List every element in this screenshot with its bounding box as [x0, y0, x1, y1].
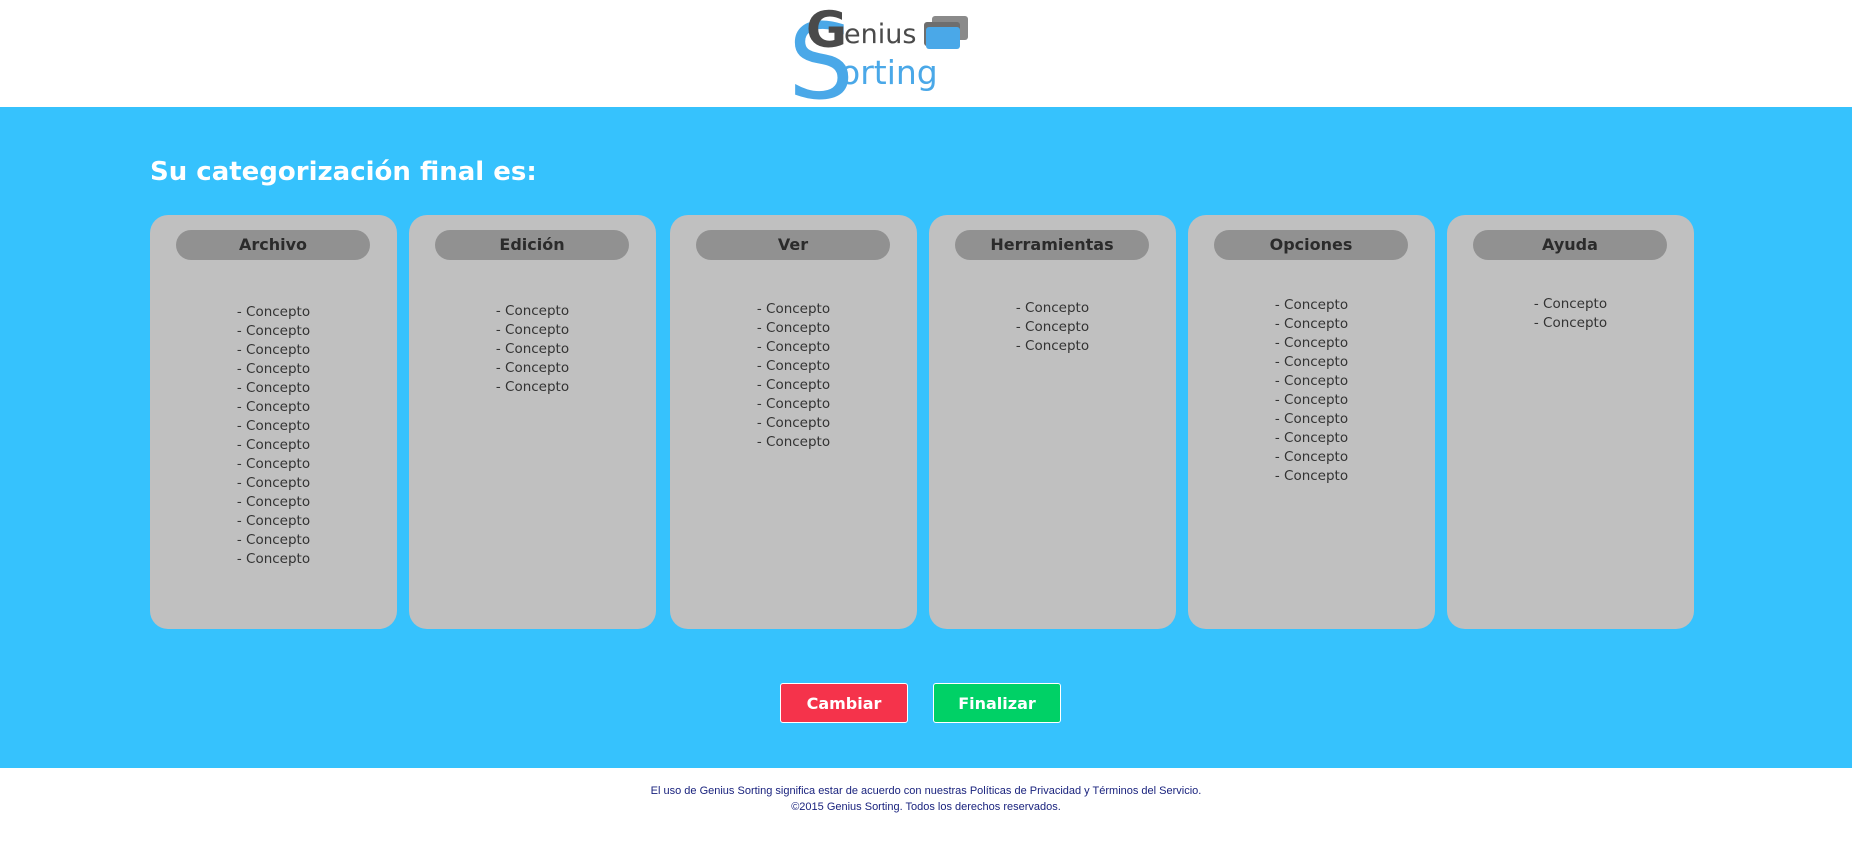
logo-word-genius-rest: enius	[844, 19, 916, 50]
concept-item[interactable]: - Concepto	[1188, 391, 1435, 410]
concept-item[interactable]: - Concepto	[670, 433, 917, 452]
concept-item[interactable]: - Concepto	[150, 455, 397, 474]
concept-item[interactable]: - Concepto	[1188, 315, 1435, 334]
concept-item[interactable]: - Concepto	[670, 376, 917, 395]
concept-item[interactable]: - Concepto	[1188, 410, 1435, 429]
header: S G enius orting	[0, 0, 1852, 107]
concept-item[interactable]: - Concepto	[670, 338, 917, 357]
category-header: Opciones	[1214, 230, 1408, 260]
category-card-ver: Ver - Concepto - Concepto - Concepto - C…	[670, 215, 917, 629]
concept-item[interactable]: - Concepto	[150, 341, 397, 360]
concept-item[interactable]: - Concepto	[929, 299, 1176, 318]
category-header: Ver	[696, 230, 890, 260]
logo-window-front-icon	[926, 27, 960, 49]
concept-item[interactable]: - Concepto	[1188, 372, 1435, 391]
concept-item[interactable]: - Concepto	[929, 318, 1176, 337]
concept-list: - Concepto - Concepto - Concepto - Conce…	[1188, 296, 1435, 486]
category-card-archivo: Archivo - Concepto - Concepto - Concepto…	[150, 215, 397, 629]
concept-item[interactable]: - Concepto	[670, 414, 917, 433]
logo-word-sorting-rest: orting	[840, 53, 938, 92]
footer: El uso de Genius Sorting significa estar…	[0, 768, 1852, 841]
change-button[interactable]: Cambiar	[780, 683, 908, 723]
concept-item[interactable]: - Concepto	[1188, 448, 1435, 467]
concept-item[interactable]: - Concepto	[670, 395, 917, 414]
category-columns: Archivo - Concepto - Concepto - Concepto…	[150, 215, 1696, 629]
concept-item[interactable]: - Concepto	[1188, 467, 1435, 486]
concept-item[interactable]: - Concepto	[150, 398, 397, 417]
main-section: Su categorización final es: Archivo - Co…	[0, 107, 1852, 768]
concept-item[interactable]: - Concepto	[409, 302, 656, 321]
concept-list: - Concepto - Concepto	[1447, 295, 1694, 333]
concept-item[interactable]: - Concepto	[1447, 295, 1694, 314]
concept-item[interactable]: - Concepto	[150, 493, 397, 512]
concept-item[interactable]: - Concepto	[1188, 353, 1435, 372]
concept-item[interactable]: - Concepto	[1188, 429, 1435, 448]
concept-item[interactable]: - Concepto	[409, 378, 656, 397]
finish-button[interactable]: Finalizar	[933, 683, 1061, 723]
concept-item[interactable]: - Concepto	[670, 300, 917, 319]
concept-item[interactable]: - Concepto	[150, 531, 397, 550]
concept-item[interactable]: - Concepto	[150, 379, 397, 398]
concept-item[interactable]: - Concepto	[150, 512, 397, 531]
concept-item[interactable]: - Concepto	[150, 322, 397, 341]
concept-item[interactable]: - Concepto	[150, 436, 397, 455]
concept-item[interactable]: - Concepto	[150, 303, 397, 322]
category-card-herramientas: Herramientas - Concepto - Concepto - Con…	[929, 215, 1176, 629]
concept-list: - Concepto - Concepto - Concepto - Conce…	[150, 303, 397, 569]
concept-item[interactable]: - Concepto	[150, 417, 397, 436]
category-card-ayuda: Ayuda - Concepto - Concepto	[1447, 215, 1694, 629]
concept-item[interactable]: - Concepto	[670, 319, 917, 338]
genius-sorting-logo[interactable]: S G enius orting	[792, 2, 982, 102]
concept-item[interactable]: - Concepto	[929, 337, 1176, 356]
concept-item[interactable]: - Concepto	[409, 321, 656, 340]
category-card-opciones: Opciones - Concepto - Concepto - Concept…	[1188, 215, 1435, 629]
concept-item[interactable]: - Concepto	[1188, 334, 1435, 353]
logo-graphic: S G enius orting	[792, 2, 968, 102]
concept-list: - Concepto - Concepto - Concepto	[929, 299, 1176, 356]
footer-terms-text[interactable]: El uso de Genius Sorting significa estar…	[0, 768, 1852, 799]
concept-item[interactable]: - Concepto	[1447, 314, 1694, 333]
concept-item[interactable]: - Concepto	[150, 474, 397, 493]
category-card-edicion: Edición - Concepto - Concepto - Concepto…	[409, 215, 656, 629]
concept-list: - Concepto - Concepto - Concepto - Conce…	[409, 302, 656, 397]
concept-item[interactable]: - Concepto	[1188, 296, 1435, 315]
logo-big-g: G	[806, 2, 847, 59]
concept-item[interactable]: - Concepto	[670, 357, 917, 376]
concept-item[interactable]: - Concepto	[150, 550, 397, 569]
category-header: Herramientas	[955, 230, 1149, 260]
page-title: Su categorización final es:	[150, 157, 537, 187]
concept-item[interactable]: - Concepto	[409, 359, 656, 378]
concept-item[interactable]: - Concepto	[409, 340, 656, 359]
category-header: Edición	[435, 230, 629, 260]
category-header: Archivo	[176, 230, 370, 260]
footer-copyright: ©2015 Genius Sorting. Todos los derechos…	[791, 801, 1061, 813]
concept-list: - Concepto - Concepto - Concepto - Conce…	[670, 300, 917, 452]
category-header: Ayuda	[1473, 230, 1667, 260]
concept-item[interactable]: - Concepto	[150, 360, 397, 379]
